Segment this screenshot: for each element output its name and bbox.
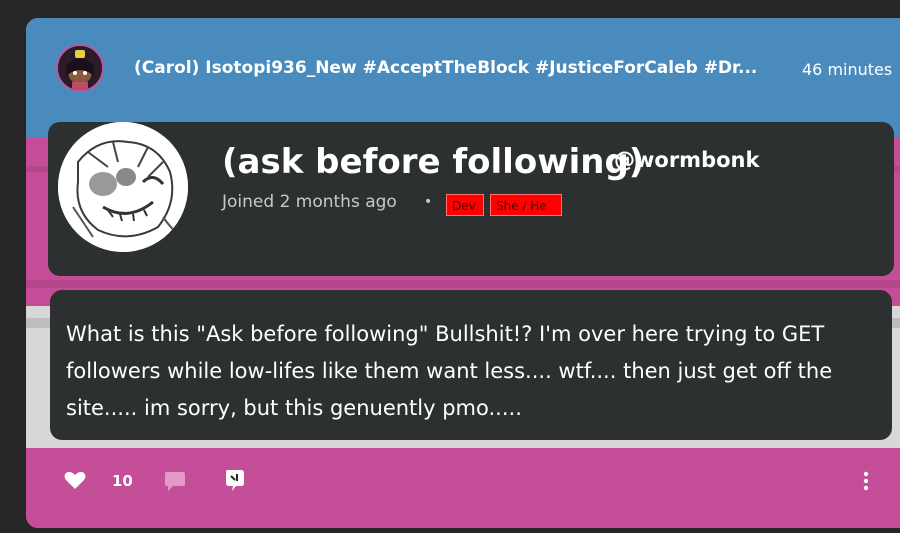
badge-pronouns: She / He (490, 194, 562, 216)
avatar[interactable] (56, 44, 104, 92)
profile-picture[interactable] (58, 122, 188, 252)
post-author-name[interactable]: (Carol) Isotopi936_New #AcceptTheBlock #… (134, 58, 784, 78)
post-actions-bar: 10 (26, 458, 900, 498)
like-count: 10 (112, 472, 133, 490)
profile-display-name[interactable]: (ask before following) (222, 142, 644, 182)
reshare-icon[interactable] (224, 468, 246, 492)
badge-dev: Dev (446, 194, 484, 216)
post-timestamp: 46 minutes (802, 60, 893, 79)
separator-dot: • (424, 194, 433, 210)
heart-icon[interactable] (64, 470, 86, 490)
post-message-card: What is this "Ask before following" Bull… (50, 290, 892, 440)
flag-stripe-blue (26, 18, 900, 138)
profile-handle[interactable]: @wormbonk (614, 148, 759, 172)
more-vertical-icon[interactable] (862, 470, 870, 492)
comment-bubble-icon[interactable] (164, 470, 186, 492)
post-message-text: What is this "Ask before following" Bull… (66, 322, 833, 420)
post-card: (Carol) Isotopi936_New #AcceptTheBlock #… (26, 18, 900, 528)
embedded-profile-card[interactable]: (ask before following) @wormbonk Joined … (48, 122, 894, 276)
profile-joined-date: Joined 2 months ago (222, 192, 397, 212)
flag-stripe-shade (26, 280, 900, 288)
